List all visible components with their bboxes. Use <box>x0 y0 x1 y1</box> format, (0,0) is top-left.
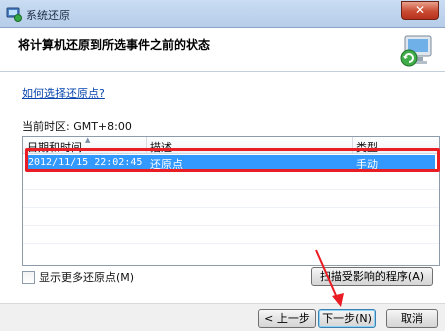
row-separator <box>23 189 439 190</box>
sort-arrow-icon: ▲ <box>85 136 91 144</box>
timezone-label: 当前时区: GMT+8:00 <box>22 120 132 133</box>
system-restore-icon <box>6 7 22 22</box>
window-title: 系统还原 <box>26 9 70 22</box>
restore-header-icon <box>400 35 432 67</box>
checkbox-box[interactable] <box>22 270 35 284</box>
annotation-highlight-box <box>25 148 440 172</box>
scan-affected-programs-button[interactable]: 扫描受影响的程序(A) <box>311 267 433 286</box>
back-button[interactable]: < 上一步(B) <box>258 309 316 331</box>
close-button[interactable]: ✕ <box>401 1 439 20</box>
row-separator <box>23 207 439 208</box>
title-bar: 系统还原 ✕ <box>0 0 445 28</box>
show-more-label: 显示更多还原点(M) <box>39 271 135 284</box>
row-separator <box>23 243 439 244</box>
wizard-content: 如何选择还原点? 当前时区: GMT+8:00 日期和时间 ▲ 描述 类型 20… <box>0 72 445 303</box>
wizard-footer: < 上一步(B) 下一步(N) > 取消 <box>0 303 445 331</box>
next-button[interactable]: 下一步(N) > <box>318 309 376 331</box>
page-title: 将计算机还原到所选事件之前的状态 <box>18 38 211 52</box>
show-more-checkbox[interactable]: 显示更多还原点(M) <box>22 269 134 285</box>
help-link[interactable]: 如何选择还原点? <box>22 85 105 101</box>
row-separator <box>23 225 439 226</box>
cancel-button[interactable]: 取消 <box>386 309 438 328</box>
close-icon: ✕ <box>414 3 426 17</box>
wizard-header: 将计算机还原到所选事件之前的状态 <box>0 28 445 72</box>
